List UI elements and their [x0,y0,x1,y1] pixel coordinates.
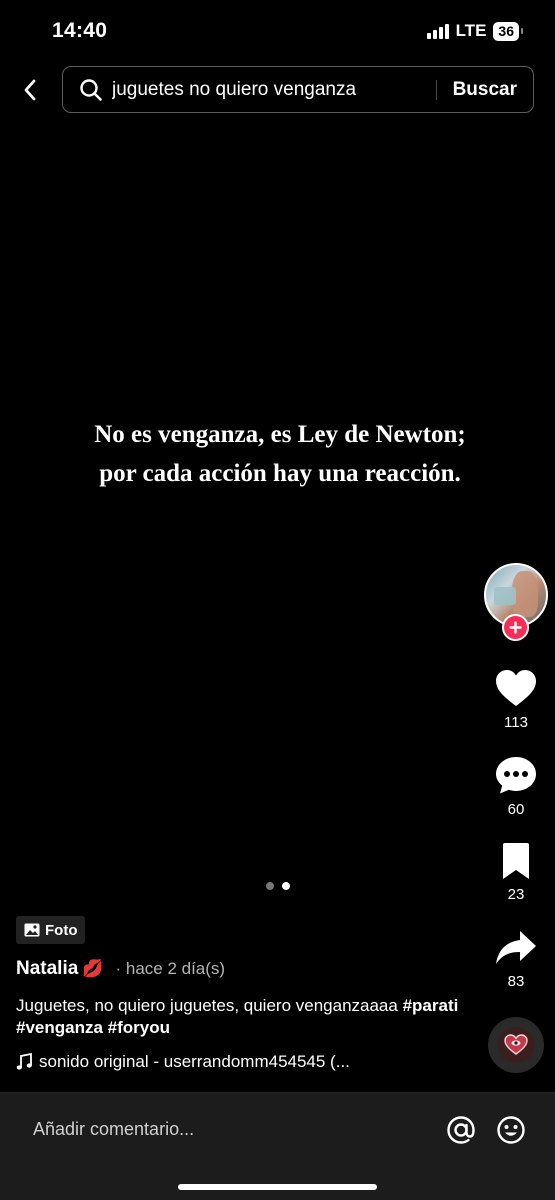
slide-dot-active[interactable] [282,882,290,890]
photo-badge-label: Foto [45,921,78,939]
hashtag[interactable]: #venganza [16,1018,103,1037]
sound-disc[interactable] [488,1017,544,1073]
status-bar: 14:40 LTE 36 [0,0,555,60]
follow-button[interactable] [502,614,529,641]
search-divider [435,79,437,100]
home-indicator[interactable] [178,1184,377,1190]
share-count: 83 [507,973,525,990]
plus-icon [509,621,522,634]
bookmark-icon [503,843,529,879]
comment-count: 60 [507,801,525,818]
search-bar[interactable]: juguetes no quiero venganza Buscar [62,66,534,113]
author-emoji: 💋 [82,959,104,978]
emoji-icon[interactable] [496,1115,526,1145]
comment-input[interactable]: Añadir comentario... [33,1119,194,1140]
network-type: LTE [455,21,487,40]
slide-text: No es venganza, es Ley de Newton; por ca… [94,421,466,487]
photo-type-badge: Foto [16,916,86,944]
post-time: · hace 2 día(s) [115,959,226,978]
hashtag[interactable]: #parati [403,996,459,1015]
heart-eye-icon [504,1034,528,1055]
like-button[interactable]: 113 [492,668,540,731]
back-icon [24,79,36,101]
like-count: 113 [504,714,528,731]
share-button[interactable]: 83 [492,929,540,990]
share-icon [496,931,536,964]
sound-row[interactable]: sonido original - userrandomm454545 (... [16,1052,471,1072]
image-icon [24,923,40,937]
comment-button[interactable]: 60 [492,755,540,818]
slide-dot[interactable] [266,882,274,890]
author-row: Natalia 💋 · hace 2 día(s) [16,958,225,980]
status-time: 14:40 [52,19,108,42]
save-count: 23 [507,886,525,903]
status-indicators: LTE 36 [426,21,523,41]
post-caption: Juguetes, no quiero juguetes, quiero ven… [16,995,471,1039]
sound-name[interactable]: sonido original - userrandomm454545 (... [39,1052,350,1072]
comment-icon [496,757,536,794]
caption-text: Juguetes, no quiero juguetes, quiero ven… [16,996,403,1015]
music-note-icon [16,1053,32,1070]
signal-icon [426,23,449,39]
hashtag[interactable]: #foryou [108,1018,170,1037]
save-button[interactable]: 23 [492,842,540,903]
author-name[interactable]: Natalia [16,958,78,980]
search-button[interactable]: Buscar [453,79,517,101]
back-button[interactable] [14,72,46,108]
search-icon [79,78,103,102]
at-icon[interactable] [446,1115,476,1145]
heart-icon [496,670,536,706]
search-input[interactable]: juguetes no quiero venganza [112,79,436,101]
slide-indicator[interactable] [266,882,290,890]
sound-cover [498,1027,534,1063]
battery-icon: 36 [493,21,523,41]
